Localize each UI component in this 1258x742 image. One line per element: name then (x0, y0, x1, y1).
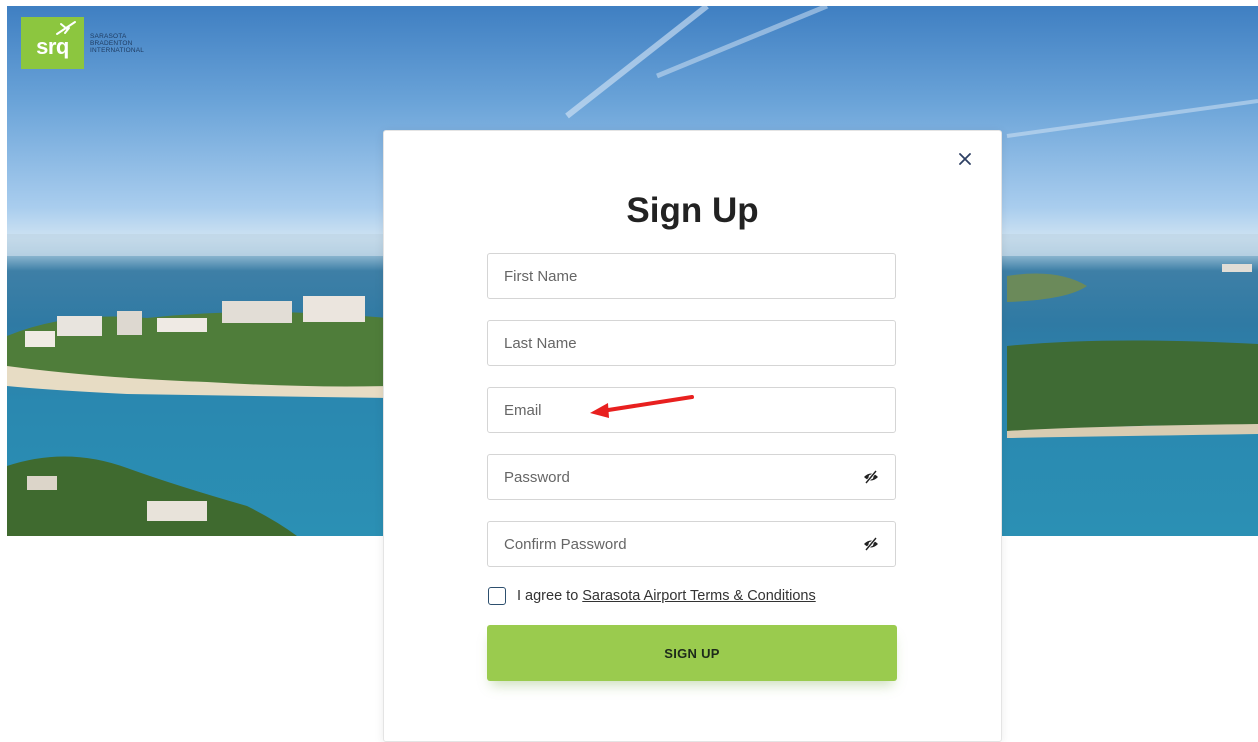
logo-mark-text: srq (36, 34, 69, 59)
last-name-field (487, 320, 896, 366)
agree-label: I agree to (517, 588, 579, 604)
page-title: Sign Up (626, 191, 759, 230)
airport-logo[interactable]: srq SARASOTA BRADENTON INTERNATIONAL (21, 17, 144, 69)
close-icon[interactable] (957, 151, 973, 167)
logo-mark: srq (21, 17, 84, 69)
terms-link[interactable]: Sarasota Airport Terms & Conditions (582, 588, 815, 604)
first-name-field (487, 253, 896, 299)
logo-wordmark: SARASOTA BRADENTON INTERNATIONAL (90, 33, 144, 54)
logo-line: INTERNATIONAL (90, 46, 145, 54)
annotation-arrow-icon (590, 395, 694, 418)
last-name-input[interactable] (488, 321, 834, 365)
signup-modal: Sign Up I agree to Sarasota Airport Term… (383, 130, 1002, 742)
logo-line: SARASOTA (90, 32, 127, 40)
password-input[interactable] (488, 455, 834, 499)
terms-checkbox[interactable] (488, 587, 506, 605)
confirm-password-field (487, 521, 896, 567)
sign-up-button[interactable]: SIGN UP (487, 625, 897, 681)
eye-slash-icon[interactable] (863, 469, 879, 485)
eye-slash-icon[interactable] (863, 536, 879, 552)
plane-icon (56, 21, 76, 35)
confirm-password-input[interactable] (488, 522, 834, 566)
first-name-input[interactable] (488, 254, 834, 298)
close-icon-glyph (959, 153, 971, 165)
logo-line: BRADENTON (90, 39, 133, 47)
terms-agreement: I agree to Sarasota Airport Terms & Cond… (488, 587, 816, 605)
password-field (487, 454, 896, 500)
